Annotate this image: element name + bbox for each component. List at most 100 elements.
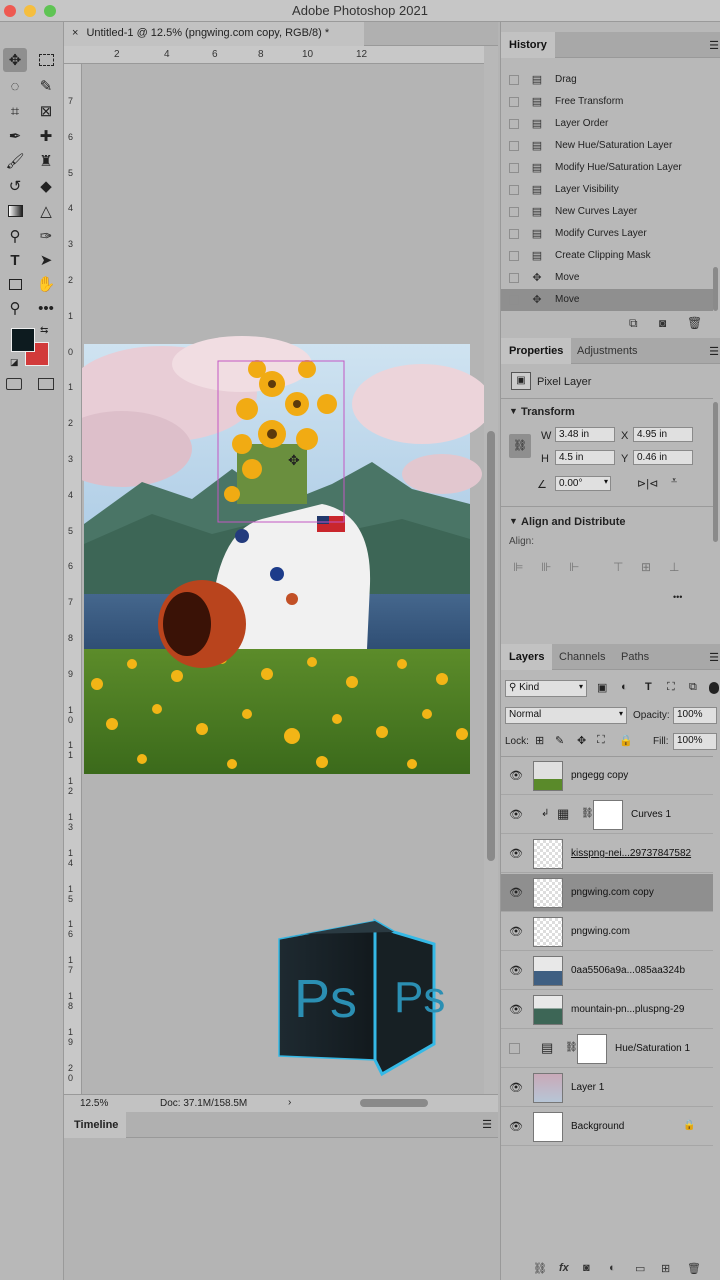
marquee-tool-icon[interactable] [34,48,58,72]
width-field[interactable]: 3.48 in [555,427,615,442]
tab-layers[interactable]: Layers [501,644,553,670]
layer-row-pngwing-copy[interactable]: 👁 pngwing.com copy [501,874,713,912]
lock-all-icon[interactable]: 🔒 [619,734,633,747]
path-selection-tool-icon[interactable]: ➤ [34,248,58,272]
new-group-icon[interactable]: ▭ [635,1262,645,1275]
layer-row-curves-1[interactable]: 👁 ↲ ▦ ⛓ Curves 1 [501,796,713,834]
eyedropper-tool-icon[interactable]: ✒ [3,124,27,148]
horizontal-scroll-thumb[interactable] [360,1099,428,1107]
filter-adjustment-icon[interactable]: ◐ [621,681,628,693]
tab-paths[interactable]: Paths [613,644,657,670]
visibility-eye-icon[interactable]: 👁 [509,1003,523,1017]
visibility-eye-icon[interactable]: 👁 [509,769,523,783]
visibility-eye-icon[interactable]: 👁 [509,964,523,978]
blur-tool-icon[interactable]: △ [34,199,58,223]
crop-tool-icon[interactable]: ⌗ [3,99,27,123]
history-item[interactable]: ▤ New Hue/Saturation Layer [501,135,713,157]
new-adjustment-layer-icon[interactable]: ◐ [609,1262,616,1274]
new-document-from-state-icon[interactable]: ⧉ [629,316,638,331]
filter-toggle-icon[interactable] [709,682,719,694]
timeline-menu-icon[interactable]: ☰ [482,1118,492,1131]
layer-row-kisspng[interactable]: 👁 kisspng-nei...29737847582 [501,835,713,873]
canvas-area[interactable]: Ps Ps ✥ [82,64,484,1094]
timeline-tab[interactable]: Timeline [64,1112,126,1138]
align-right-icon[interactable]: ⊩ [569,560,579,574]
history-snapshot-checkbox[interactable] [509,163,519,173]
fill-field[interactable]: 100% [673,733,717,750]
visibility-eye-icon[interactable]: 👁 [509,847,523,861]
document-tab[interactable]: × Untitled-1 @ 12.5% (pngwing.com copy, R… [64,22,364,46]
history-snapshot-checkbox[interactable] [509,97,519,107]
foreground-color-swatch[interactable] [11,328,35,352]
delete-state-icon[interactable]: 🗑 [687,316,702,330]
history-snapshot-checkbox[interactable] [509,251,519,261]
new-layer-icon[interactable]: ⊞ [661,1262,670,1275]
gradient-tool-icon[interactable] [3,199,27,223]
flip-horizontal-icon[interactable]: ⊳|⊲ [637,477,658,490]
history-item[interactable]: ▤ Create Clipping Mask [501,245,713,267]
visibility-eye-icon[interactable]: 👁 [509,808,523,822]
filter-shape-icon[interactable]: ⛶ [667,681,675,694]
align-bottom-icon[interactable]: ⊥ [669,560,679,574]
history-item[interactable]: ▤ Modify Hue/Saturation Layer [501,157,713,179]
lasso-tool-icon[interactable]: ◌ [3,74,27,98]
layer-filter-select[interactable]: ⚲ Kind ▾ [505,680,587,697]
layer-row-mountain[interactable]: 👁 mountain-pn...pluspng-29 [501,991,713,1029]
close-tab-icon[interactable]: × [72,27,78,39]
history-item[interactable]: ▤ Free Transform [501,91,713,113]
brush-tool-icon[interactable]: 🖌 [3,149,27,173]
lock-position-icon[interactable]: ✥ [577,734,586,747]
lock-pixels-icon[interactable]: ✎ [555,734,564,747]
properties-menu-icon[interactable]: ☰ [709,345,719,358]
tab-channels[interactable]: Channels [551,644,613,670]
rectangle-tool-icon[interactable] [3,272,27,296]
add-mask-icon[interactable]: ◙ [583,1262,590,1274]
pen-tool-icon[interactable]: ✑ [34,224,58,248]
hand-tool-icon[interactable]: ✋ [34,272,58,296]
height-field[interactable]: 4.5 in [555,450,615,465]
layer-row-background[interactable]: 👁 Background 🔒 [501,1108,713,1146]
visibility-eye-icon[interactable]: 👁 [509,1081,523,1095]
history-snapshot-checkbox[interactable] [509,229,519,239]
visibility-eye-icon[interactable]: 👁 [509,1120,523,1134]
layer-row-hue-saturation-1[interactable]: ▤ ⛓ Hue/Saturation 1 [501,1030,713,1068]
healing-brush-tool-icon[interactable]: ✚ [34,124,58,148]
align-vcenter-icon[interactable]: ⊞ [641,560,651,574]
eraser-tool-icon[interactable]: ◆ [34,174,58,198]
screen-mode-icon[interactable] [38,378,54,390]
transform-chevron-icon[interactable]: ▼ [509,406,518,416]
layer-row-pngegg-copy[interactable]: 👁 pngegg copy [501,757,713,795]
flip-vertical-icon[interactable]: ⩡ [671,475,677,488]
quick-mask-icon[interactable] [6,378,22,390]
filter-smart-object-icon[interactable]: ⧉ [689,681,697,694]
frame-tool-icon[interactable]: ⊠ [34,99,58,123]
y-field[interactable]: 0.46 in [633,450,693,465]
tab-adjustments[interactable]: Adjustments [569,338,646,364]
layer-row-pngwing[interactable]: 👁 pngwing.com [501,913,713,951]
history-snapshot-checkbox[interactable] [509,75,519,85]
more-tools-icon[interactable]: ••• [34,296,58,320]
swap-colors-icon[interactable]: ⇆ [40,325,48,336]
vertical-scroll-thumb[interactable] [487,431,495,861]
visibility-eye-icon[interactable]: 👁 [509,886,523,900]
history-item[interactable]: ▤ Layer Order [501,113,713,135]
filter-pixel-icon[interactable]: ▣ [597,681,607,694]
dodge-tool-icon[interactable]: ⚲ [3,224,27,248]
history-menu-icon[interactable]: ☰ [709,39,719,52]
quick-select-tool-icon[interactable]: ✎ [34,74,58,98]
visibility-eye-icon[interactable]: 👁 [509,925,523,939]
new-snapshot-icon[interactable]: ◙ [659,316,666,330]
align-hcenter-icon[interactable]: ⊪ [541,560,551,574]
delete-layer-icon[interactable]: 🗑 [687,1262,701,1275]
lock-transparent-icon[interactable]: ⊞ [535,734,544,747]
history-snapshot-checkbox[interactable] [509,119,519,129]
history-item[interactable]: ✥ Move [501,289,713,311]
align-left-icon[interactable]: ⊫ [513,560,523,574]
angle-dropdown-icon[interactable]: ▾ [604,477,608,486]
history-brush-tool-icon[interactable]: ↺ [3,174,27,198]
x-field[interactable]: 4.95 in [633,427,693,442]
more-options-icon[interactable]: ••• [673,592,682,602]
layer-style-fx-icon[interactable]: fx [559,1262,569,1274]
layers-menu-icon[interactable]: ☰ [709,651,719,664]
filter-type-icon[interactable]: T [645,681,652,693]
